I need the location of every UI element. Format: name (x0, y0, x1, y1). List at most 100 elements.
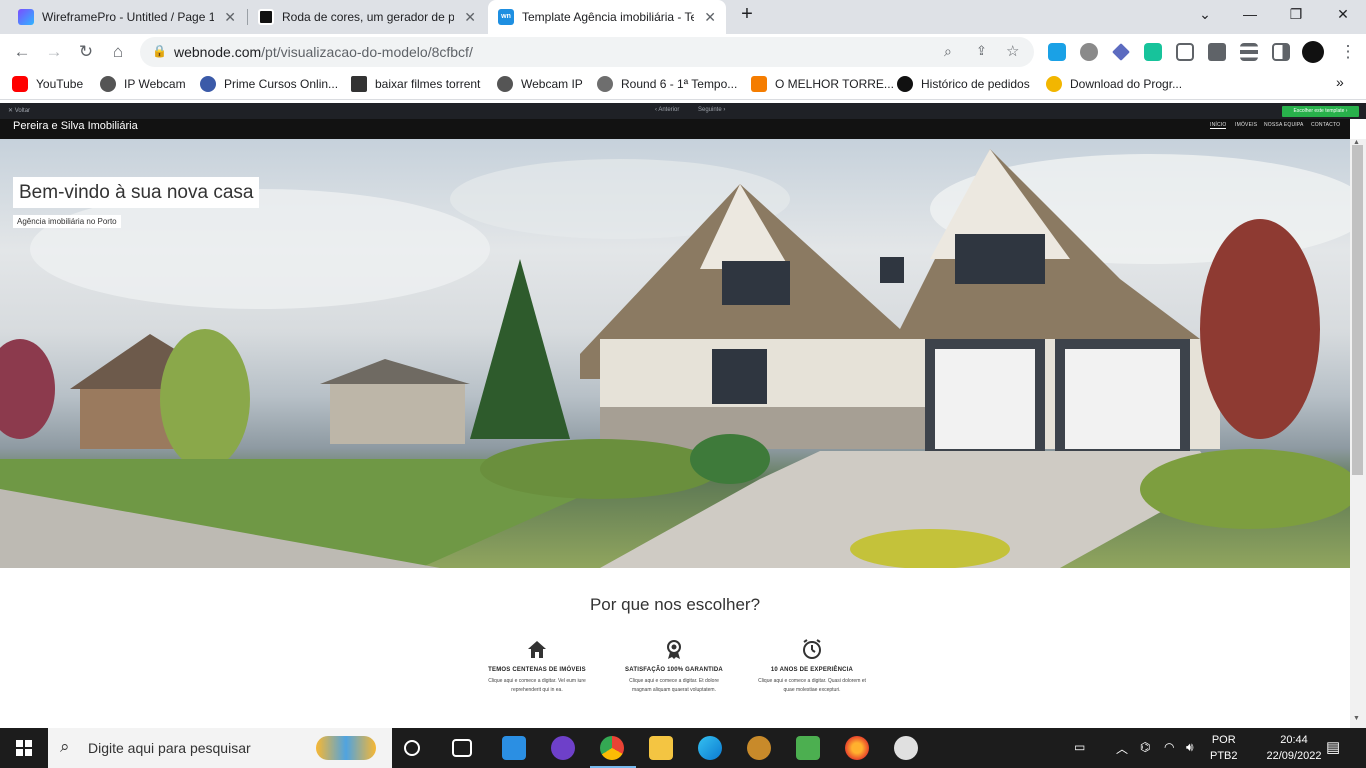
chrome-icon[interactable] (600, 736, 624, 760)
youtube-icon (12, 76, 28, 92)
next-template-link[interactable]: Seguinte › (698, 107, 725, 113)
side-panel-icon[interactable] (1272, 43, 1290, 61)
tray-chevron-icon[interactable]: ︿ (1116, 740, 1128, 757)
profile-avatar[interactable] (1302, 41, 1324, 63)
close-icon[interactable]: ✕ (464, 9, 476, 26)
language-code: POR (1211, 734, 1236, 746)
menu-kebab-icon[interactable]: ⋮ (1338, 42, 1358, 62)
template-preview-bar: ✕ Voltar ‹ Anterior Seguinte › Escolher … (0, 103, 1366, 119)
bookmark-round6[interactable]: Round 6 - 1ª Tempo... (597, 76, 737, 92)
github-desktop-icon[interactable] (551, 736, 575, 760)
page-scrollbar[interactable]: ▲ ▼ (1350, 139, 1366, 729)
choose-template-button[interactable]: Escolher este template › (1282, 106, 1359, 117)
clock-date: 22/09/2022 (1266, 750, 1322, 762)
bookmark-label: YouTube (36, 77, 84, 91)
address-bar[interactable]: 🔒 webnode.com/pt/visualizacao-do-modelo/… (140, 37, 1034, 67)
bookmark-label: Round 6 - 1ª Tempo... (621, 77, 738, 91)
wireframepro-icon (18, 9, 34, 25)
task-view-icon[interactable] (452, 739, 472, 757)
bookmark-prime-cursos[interactable]: Prime Cursos Onlin... (200, 76, 338, 92)
feature-text: Clique aqui e comece a digitar. Et dolor… (629, 678, 719, 684)
clock-icon (803, 639, 821, 659)
new-tab-button[interactable]: + (737, 3, 757, 26)
back-link[interactable]: ✕ Voltar (8, 107, 30, 114)
cocktail-app-icon[interactable] (747, 736, 771, 760)
hero-section: Bem-vindo à sua nova casa Agência imobil… (0, 139, 1350, 568)
bookmark-ip-webcam[interactable]: IP Webcam (100, 76, 186, 92)
edge-icon[interactable] (698, 736, 722, 760)
close-icon[interactable]: ✕ (704, 9, 716, 26)
minimize-button[interactable]: — (1240, 6, 1260, 22)
close-icon[interactable]: ✕ (224, 9, 236, 26)
notification-icon[interactable]: ▤ (1326, 738, 1340, 756)
why-choose-us-section: Por que nos escolher? TEMOS CENTENAS DE … (0, 568, 1350, 728)
tab-title: Roda de cores, um gerador de pa (282, 10, 454, 24)
site-brand[interactable]: Pereira e Silva Imobiliária (13, 120, 138, 132)
orders-icon (897, 76, 913, 92)
more-bookmarks-chevron-icon[interactable]: » (1336, 74, 1344, 90)
system-clock[interactable]: 20:44 22/09/2022 (1262, 732, 1326, 764)
forward-arrow-icon[interactable]: → (44, 42, 64, 62)
reload-icon[interactable]: ↻ (76, 42, 96, 62)
bookmark-historico-pedidos[interactable]: Histórico de pedidos (897, 76, 1030, 92)
bookmark-baixar-filmes[interactable]: baixar filmes torrent (351, 76, 480, 92)
taskbar-search-box[interactable]: ⌕ Digite aqui para pesquisar (48, 728, 392, 768)
share-icon[interactable]: ⇪ (976, 43, 987, 59)
globe-icon (597, 76, 613, 92)
clock-time: 20:44 (1280, 734, 1308, 746)
blogger-icon (751, 76, 767, 92)
hero-subtitle: Agência imobiliária no Porto (13, 215, 121, 228)
firefox-icon[interactable] (845, 736, 869, 760)
bookmark-label: Webcam IP (521, 77, 583, 91)
tab-wireframepro[interactable]: WireframePro - Untitled / Page 1 ✕ (8, 0, 246, 34)
bookmark-label: IP Webcam (124, 77, 186, 91)
tab-search-chevron-icon[interactable]: ⌄ (1195, 6, 1215, 23)
screenshot-extension-icon[interactable] (1176, 43, 1194, 61)
browser-toolbar: ← → ↻ ⌂ 🔒 webnode.com/pt/visualizacao-do… (0, 34, 1366, 70)
nav-contacto[interactable]: CONTACTO (1311, 122, 1340, 128)
restore-button[interactable]: ❐ (1286, 6, 1306, 23)
previous-template-link[interactable]: ‹ Anterior (655, 107, 679, 113)
settings-extension-icon[interactable] (1080, 43, 1098, 61)
eyedropper-extension-icon[interactable] (1112, 43, 1130, 61)
volume-icon[interactable]: 🔊︎ (1186, 740, 1194, 755)
bookmark-download-programa[interactable]: Download do Progr... (1046, 76, 1182, 92)
scroll-down-icon[interactable]: ▼ (1353, 715, 1360, 722)
scrollbar-thumb[interactable] (1352, 145, 1363, 475)
language-indicator[interactable]: POR PTB2 (1210, 732, 1238, 764)
keyboard-layout: PTB2 (1210, 750, 1238, 762)
back-arrow-icon[interactable]: ← (12, 42, 32, 62)
url-domain: webnode.com (174, 44, 262, 60)
start-button[interactable] (0, 728, 48, 768)
keyboard-icon[interactable]: ▭ (1074, 740, 1085, 754)
extensions-puzzle-icon[interactable] (1208, 43, 1226, 61)
award-icon (667, 640, 681, 659)
bookmark-webcam-ip[interactable]: Webcam IP (497, 76, 583, 92)
color-extension-icon[interactable] (1144, 43, 1162, 61)
nav-imoveis[interactable]: IMÓVEIS (1235, 122, 1257, 128)
bookmark-star-icon[interactable]: ☆ (1006, 42, 1019, 60)
canva-icon (258, 9, 274, 25)
nav-inicio[interactable]: INÍCIO (1210, 122, 1227, 129)
network-icon[interactable]: ⌬ (1140, 740, 1150, 754)
windows-logo-icon (16, 740, 32, 756)
tab-color-wheel[interactable]: Roda de cores, um gerador de pa ✕ (248, 0, 486, 34)
minecraft-cube-icon[interactable] (796, 736, 820, 760)
search-highlight-icon[interactable] (316, 736, 376, 760)
translate-extension-icon[interactable] (1048, 43, 1066, 61)
close-window-button[interactable]: ✕ (1333, 6, 1353, 23)
prime-cursos-icon (200, 76, 216, 92)
bookmark-youtube[interactable]: YouTube (12, 76, 83, 92)
reading-list-icon[interactable] (1240, 43, 1258, 61)
folder-icon (351, 76, 367, 92)
cortana-icon[interactable] (404, 740, 420, 756)
tab-webnode-template[interactable]: wn Template Agência imobiliária - Te ✕ (488, 0, 726, 34)
file-explorer-icon[interactable] (649, 736, 673, 760)
wifi-icon[interactable]: ◠ (1164, 740, 1174, 754)
paint-icon[interactable] (894, 736, 918, 760)
home-icon[interactable]: ⌂ (108, 42, 128, 62)
bookmark-melhor-torrent[interactable]: O MELHOR TORRE... (751, 76, 894, 92)
zoom-icon[interactable]: ⌕ (944, 43, 952, 60)
vscode-icon[interactable] (502, 736, 526, 760)
nav-nossa-equipa[interactable]: NOSSA EQUIPA (1264, 122, 1304, 128)
